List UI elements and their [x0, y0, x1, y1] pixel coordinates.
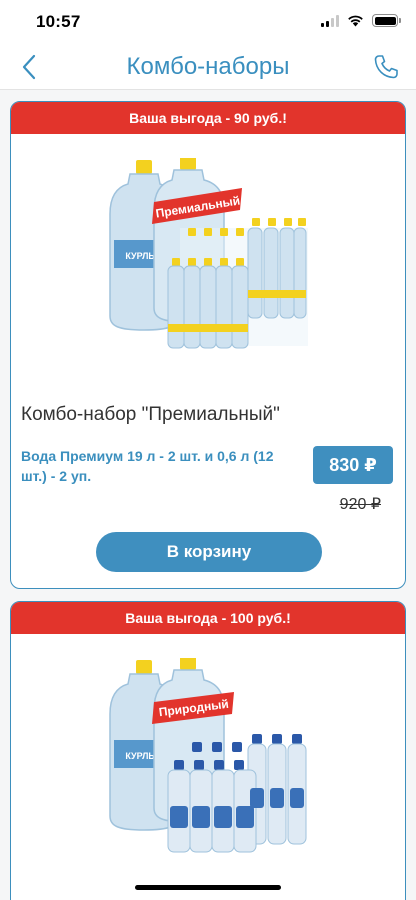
combo-card: Ваша выгода - 90 руб.! КУРЛЫК Премиальны…: [10, 101, 406, 589]
battery-icon: [372, 14, 401, 27]
combo-card: Ваша выгода - 100 руб.! КУРЛЫК Природный: [10, 601, 406, 900]
wifi-icon: [348, 15, 363, 27]
home-indicator[interactable]: [135, 885, 281, 890]
call-button[interactable]: [370, 51, 402, 83]
product-title: Комбо-набор "Премиальный": [21, 404, 280, 425]
product-description: Вода Премиум 19 л - 2 шт. и 0,6 л (12 шт…: [21, 448, 274, 484]
product-image-graphic: КУРЛЫК Природный: [109, 658, 307, 853]
old-price: 920 ₽: [339, 496, 381, 513]
price-badge: 830 ₽: [313, 446, 393, 484]
cellular-signal-icon: [321, 14, 339, 27]
savings-banner: Ваша выгода - 100 руб.!: [11, 602, 405, 634]
status-time: 10:57: [36, 12, 81, 31]
page-title: Комбо-наборы: [126, 53, 290, 80]
savings-banner: Ваша выгода - 90 руб.!: [11, 102, 405, 134]
product-image: КУРЛЫК Премиальный: [11, 134, 405, 382]
combo-list[interactable]: Ваша выгода - 90 руб.! КУРЛЫК Премиальны…: [0, 91, 416, 900]
screen: 10:57 Комбо-наборы Ваша выгода - 90 руб.…: [0, 0, 416, 900]
status-icons: [321, 14, 401, 27]
phone-icon: [374, 55, 398, 79]
product-image-graphic: КУРЛЫК Премиальный: [109, 158, 308, 349]
add-to-cart-button[interactable]: В корзину: [96, 532, 322, 572]
nav-bar: Комбо-наборы: [0, 44, 416, 90]
status-bar: 10:57: [0, 0, 416, 44]
product-image: КУРЛЫК Природный: [11, 634, 405, 882]
